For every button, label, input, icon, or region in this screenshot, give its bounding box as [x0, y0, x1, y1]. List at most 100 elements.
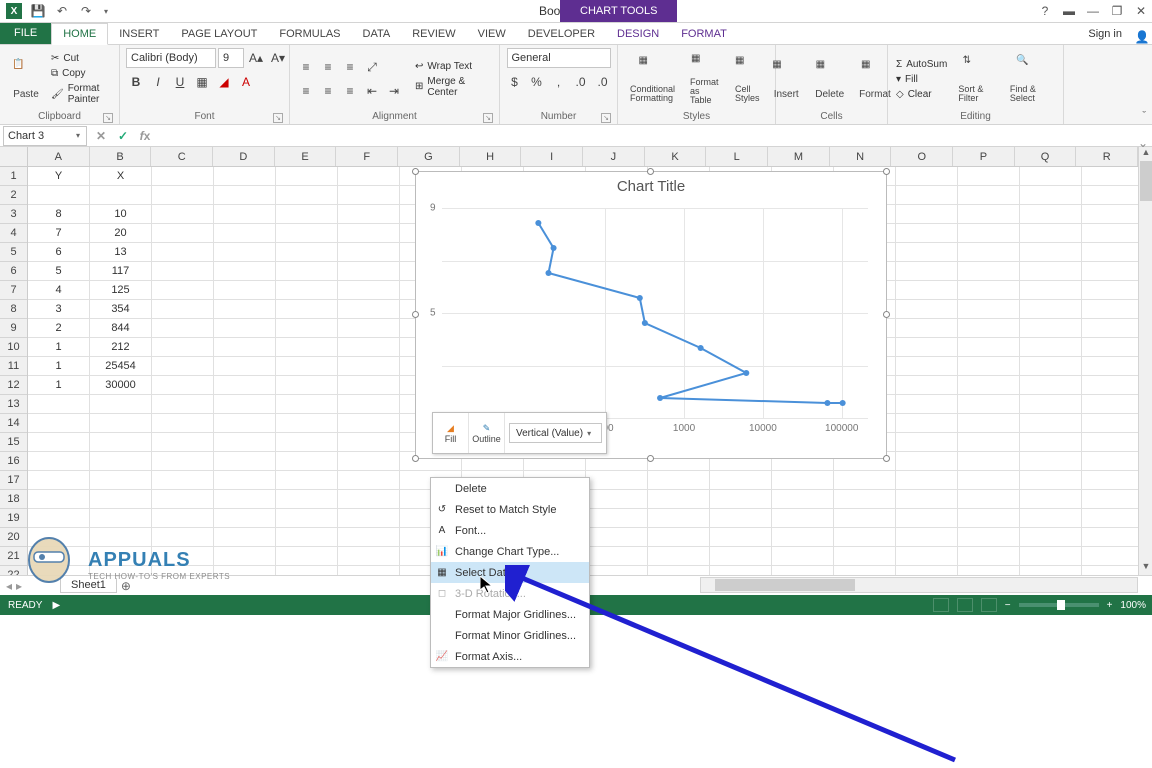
cell[interactable] [90, 509, 152, 528]
tab-design[interactable]: DESIGN [606, 24, 670, 44]
cell[interactable] [338, 357, 400, 376]
cell[interactable] [1020, 528, 1082, 547]
column-header[interactable]: I [521, 147, 583, 166]
column-header[interactable]: O [891, 147, 953, 166]
ribbon-options-icon[interactable]: ▬ [1062, 4, 1076, 18]
underline-button[interactable]: U [170, 72, 190, 92]
cell[interactable]: 10 [90, 205, 152, 224]
cell[interactable] [1020, 281, 1082, 300]
cell[interactable] [896, 490, 958, 509]
cell[interactable] [214, 433, 276, 452]
cell[interactable] [276, 490, 338, 509]
cell[interactable] [896, 357, 958, 376]
tab-format[interactable]: FORMAT [670, 24, 738, 44]
column-header[interactable]: F [336, 147, 398, 166]
orientation-icon[interactable]: ⤢ [362, 57, 382, 77]
cell[interactable] [338, 490, 400, 509]
cell[interactable] [1020, 186, 1082, 205]
cell[interactable] [958, 205, 1020, 224]
cell[interactable]: 125 [90, 281, 152, 300]
cell[interactable] [338, 338, 400, 357]
cell[interactable] [1082, 528, 1144, 547]
cell[interactable] [276, 395, 338, 414]
cell[interactable] [896, 376, 958, 395]
cell[interactable] [896, 186, 958, 205]
cell[interactable] [152, 471, 214, 490]
cell[interactable] [772, 547, 834, 566]
cell[interactable] [152, 433, 214, 452]
tab-developer[interactable]: DEVELOPER [517, 24, 606, 44]
cell[interactable] [28, 471, 90, 490]
cell[interactable] [772, 471, 834, 490]
cell[interactable] [28, 452, 90, 471]
cell[interactable] [276, 414, 338, 433]
column-header[interactable]: Q [1015, 147, 1077, 166]
page-layout-view-icon[interactable] [957, 598, 973, 612]
cell[interactable] [710, 490, 772, 509]
cell[interactable] [152, 414, 214, 433]
cell[interactable] [276, 262, 338, 281]
cell[interactable]: 1 [28, 376, 90, 395]
cell[interactable] [896, 224, 958, 243]
cell[interactable] [338, 319, 400, 338]
cell[interactable] [152, 300, 214, 319]
chart-handle[interactable] [883, 168, 890, 175]
cell[interactable] [152, 338, 214, 357]
chart-series[interactable] [442, 208, 868, 418]
cell[interactable] [214, 471, 276, 490]
row-header[interactable]: 12 [0, 376, 27, 395]
wrap-text-button[interactable]: ↩Wrap Text [413, 60, 493, 73]
alignment-dialog-icon[interactable]: ↘ [483, 113, 493, 123]
cell[interactable]: 3 [28, 300, 90, 319]
cell[interactable] [958, 528, 1020, 547]
cell[interactable] [772, 528, 834, 547]
cell[interactable] [896, 281, 958, 300]
cell[interactable] [958, 433, 1020, 452]
clear-button[interactable]: ◇Clear [894, 88, 949, 101]
cell[interactable] [896, 205, 958, 224]
cell[interactable] [28, 414, 90, 433]
cell[interactable] [958, 547, 1020, 566]
cell[interactable] [1082, 395, 1144, 414]
cell[interactable] [1020, 452, 1082, 471]
ctx-delete[interactable]: Delete [431, 478, 589, 499]
cell[interactable] [586, 509, 648, 528]
cell[interactable] [338, 395, 400, 414]
ctx-format-major-gridlines[interactable]: Format Major Gridlines... [431, 604, 589, 625]
cell[interactable] [152, 262, 214, 281]
redo-icon[interactable]: ↷ [78, 3, 94, 19]
inc-decimal-icon[interactable]: .0 [571, 72, 591, 92]
cell[interactable] [1082, 205, 1144, 224]
currency-icon[interactable]: $ [505, 72, 525, 92]
cell[interactable] [772, 509, 834, 528]
column-header[interactable]: E [275, 147, 337, 166]
cell[interactable] [152, 319, 214, 338]
cell[interactable]: Y [28, 167, 90, 186]
cell[interactable] [152, 205, 214, 224]
indent-inc-icon[interactable]: ⇥ [384, 81, 404, 101]
cell[interactable] [1082, 471, 1144, 490]
bold-button[interactable]: B [126, 72, 146, 92]
cell[interactable] [586, 490, 648, 509]
row-header[interactable]: 15 [0, 433, 27, 452]
mini-outline-button[interactable]: ✎Outline [469, 413, 505, 453]
column-header[interactable]: H [460, 147, 522, 166]
cell[interactable] [338, 547, 400, 566]
cell[interactable] [1020, 357, 1082, 376]
ctx-font[interactable]: AFont... [431, 520, 589, 541]
cell[interactable] [958, 224, 1020, 243]
cell[interactable]: 212 [90, 338, 152, 357]
cell[interactable] [710, 509, 772, 528]
align-left-icon[interactable]: ≡ [296, 81, 316, 101]
cell[interactable] [1020, 376, 1082, 395]
cell[interactable] [586, 528, 648, 547]
cell[interactable] [90, 452, 152, 471]
cell[interactable] [152, 395, 214, 414]
fx-icon[interactable]: fx [134, 129, 156, 143]
cell[interactable] [276, 528, 338, 547]
zoom-thumb[interactable] [1057, 600, 1065, 610]
cell[interactable] [276, 357, 338, 376]
chart-handle[interactable] [883, 311, 890, 318]
cell[interactable] [276, 281, 338, 300]
insert-cells-button[interactable]: ▦Insert [766, 51, 806, 107]
